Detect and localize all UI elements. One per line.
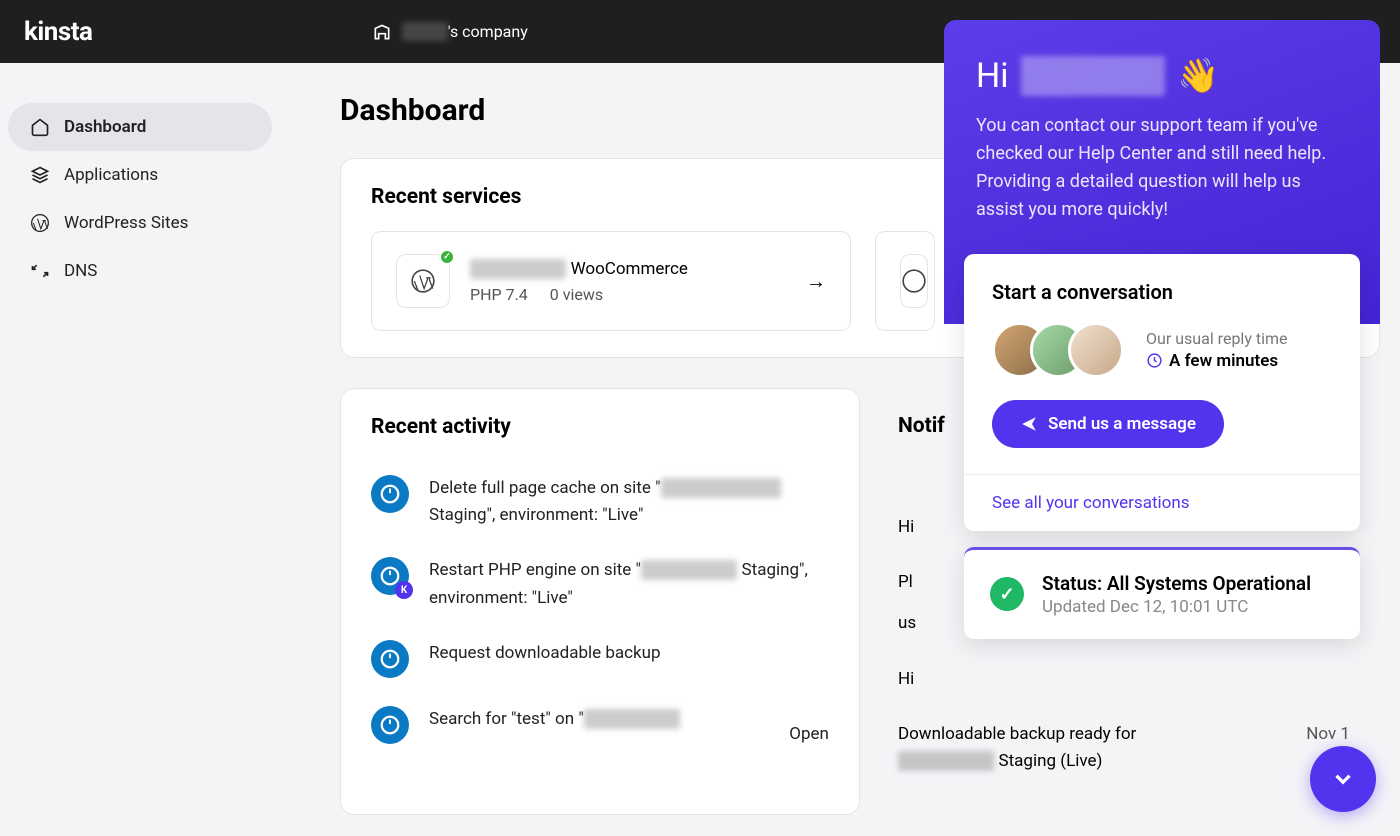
wave-emoji-icon: 👋 <box>1177 56 1219 96</box>
activity-text: Request downloadable backup <box>429 640 829 667</box>
user-avatar-icon <box>371 475 409 513</box>
user-avatar-icon: K <box>371 557 409 595</box>
avatar <box>1068 322 1124 378</box>
activity-item: Delete full page cache on site "████████… <box>371 461 829 543</box>
notification-item: Downloadable backup ready for████████ St… <box>898 707 1350 789</box>
logo: kinsta <box>24 17 92 47</box>
sidebar-item-dashboard[interactable]: Dashboard <box>8 103 272 151</box>
activity-text: Search for "test" on "████████ <box>429 706 769 733</box>
recent-activity-card: Recent activity Delete full page cache o… <box>340 388 860 815</box>
chat-fab-button[interactable] <box>1310 746 1376 812</box>
send-icon <box>1020 415 1038 433</box>
reply-time: A few minutes <box>1146 351 1288 371</box>
user-avatar-icon <box>371 640 409 678</box>
recent-activity-title: Recent activity <box>371 415 829 439</box>
sidebar-label: DNS <box>64 261 97 281</box>
wordpress-icon <box>30 213 50 233</box>
user-avatar-icon <box>371 706 409 744</box>
send-message-button[interactable]: Send us a message <box>992 400 1224 448</box>
reply-time-label: Our usual reply time <box>1146 329 1288 348</box>
service-icon <box>900 254 928 308</box>
check-circle-icon: ✓ <box>990 577 1024 611</box>
support-widget: Hi ██████ 👋 You can contact our support … <box>944 20 1380 639</box>
arrow-right-icon: → <box>806 269 826 294</box>
sidebar-label: Dashboard <box>64 117 146 137</box>
conversation-title: Start a conversation <box>992 280 1332 304</box>
swap-icon <box>30 261 50 281</box>
support-subtext: You can contact our support team if you'… <box>976 112 1348 224</box>
sidebar-item-wordpress[interactable]: WordPress Sites <box>8 199 272 247</box>
see-all-conversations-link[interactable]: See all your conversations <box>992 493 1190 513</box>
status-card[interactable]: ✓ Status: All Systems Operational Update… <box>964 547 1360 639</box>
activity-item: Search for "test" on "████████ Open <box>371 692 829 758</box>
stack-icon <box>30 165 50 185</box>
notification-item: Hi <box>898 652 1350 707</box>
company-suffix: 's company <box>448 22 528 41</box>
support-greeting: Hi ██████ 👋 <box>976 56 1348 96</box>
k-badge-icon: K <box>395 581 413 599</box>
activity-item: K Restart PHP engine on site "████████ S… <box>371 543 829 625</box>
sidebar-label: Applications <box>64 165 158 185</box>
agent-avatars <box>992 322 1124 378</box>
clock-icon <box>1146 352 1163 369</box>
conversation-card: Start a conversation Our usual reply tim… <box>964 254 1360 531</box>
activity-text: Delete full page cache on site "████████… <box>429 475 829 529</box>
sidebar-item-dns[interactable]: DNS <box>8 247 272 295</box>
home-icon <box>30 117 50 137</box>
service-views: 0 views <box>550 285 603 304</box>
sidebar: Dashboard Applications WordPress Sites D… <box>0 63 280 295</box>
status-updated: Updated Dec 12, 10:01 UTC <box>1042 597 1311 617</box>
company-selector[interactable]: ████'s company <box>372 22 527 42</box>
service-card-partial[interactable] <box>875 231 935 331</box>
sidebar-label: WordPress Sites <box>64 213 188 233</box>
activity-item: Request downloadable backup <box>371 626 829 692</box>
chevron-down-icon <box>1330 766 1356 792</box>
service-card[interactable]: ████████ WooCommerce PHP 7.4 0 views → <box>371 231 851 331</box>
status-title: Status: All Systems Operational <box>1042 572 1311 595</box>
status-ok-icon <box>439 249 455 265</box>
service-name: ████████ WooCommerce <box>470 259 786 279</box>
service-icon <box>396 254 450 308</box>
activity-open-link[interactable]: Open <box>789 724 829 744</box>
sidebar-item-applications[interactable]: Applications <box>8 151 272 199</box>
company-name-redacted: ████ <box>402 22 447 41</box>
activity-text: Restart PHP engine on site "████████ Sta… <box>429 557 829 611</box>
building-icon <box>372 22 392 42</box>
service-php: PHP 7.4 <box>470 285 528 304</box>
